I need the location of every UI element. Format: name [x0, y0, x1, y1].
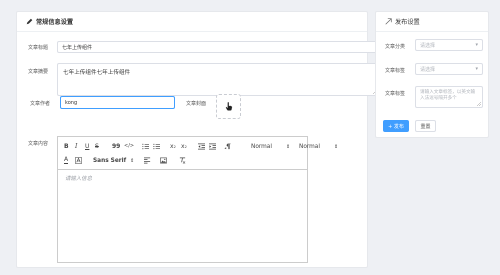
- bullet-list-button[interactable]: [153, 143, 160, 150]
- superscript-button[interactable]: x2: [181, 143, 187, 150]
- editor-placeholder: 请输入信息: [65, 176, 92, 182]
- hand-cursor-icon: [225, 102, 232, 111]
- general-info-panel: 常规信息设置 文章标题 七年上传组件 文章摘要 七年上传组件七年上传组件 文章作…: [16, 11, 379, 268]
- blockquote-button[interactable]: 99: [112, 143, 120, 150]
- category-label: 文章分类: [385, 44, 406, 50]
- bold-button[interactable]: B: [64, 143, 69, 150]
- align-left-icon: [144, 157, 151, 164]
- underline-button[interactable]: U: [85, 143, 89, 150]
- category-select[interactable]: 请选择 ▾: [415, 39, 483, 51]
- article-title-value: 七年上传组件: [62, 44, 93, 51]
- header-select[interactable]: Normal ⇕: [251, 144, 290, 150]
- article-author-label: 文章作者: [30, 101, 51, 107]
- article-title-label: 文章标题: [28, 45, 49, 51]
- article-summary-label: 文章摘要: [28, 69, 49, 75]
- send-icon: [385, 18, 392, 25]
- article-author-input[interactable]: kong: [60, 96, 175, 109]
- size-select-value: Normal: [299, 144, 320, 150]
- publish-button[interactable]: + 发布: [383, 120, 409, 132]
- tags-placeholder: 请选择: [420, 66, 436, 73]
- clear-format-button[interactable]: [179, 157, 186, 164]
- italic-button[interactable]: I: [75, 143, 77, 150]
- text-direction-icon: [224, 143, 231, 150]
- ordered-list-icon: [142, 143, 149, 150]
- article-summary-value: 七年上传组件七年上传组件: [63, 70, 131, 76]
- article-cover-upload[interactable]: [216, 94, 241, 119]
- editor-content-area[interactable]: 请输入信息: [58, 170, 307, 186]
- font-select-value: Sans Serif: [93, 158, 127, 164]
- edit-icon: [26, 18, 33, 25]
- keywords-resize-handle-icon[interactable]: [477, 102, 481, 106]
- article-cover-label: 文章封面: [186, 101, 207, 107]
- tags-chevron-down-icon: ▾: [475, 66, 478, 72]
- reset-button-label: 重置: [420, 123, 431, 130]
- font-select-arrow-icon: ⇕: [130, 158, 135, 164]
- background-color-button[interactable]: [75, 157, 82, 164]
- size-select-arrow-icon: ⇕: [333, 144, 339, 150]
- header-select-value: Normal: [251, 144, 272, 150]
- outdent-button[interactable]: [198, 143, 205, 150]
- article-title-input[interactable]: 七年上传组件: [57, 41, 379, 53]
- rich-text-editor: B I U S 99 </> x2 x2 Normal ⇕ Normal ⇕ A…: [57, 136, 338, 263]
- reset-button[interactable]: 重置: [415, 120, 436, 132]
- subscript-index: 2: [173, 144, 176, 149]
- indent-button[interactable]: [209, 143, 216, 150]
- clear-format-icon: [179, 157, 186, 164]
- category-chevron-down-icon: ▾: [475, 42, 478, 48]
- font-select[interactable]: Sans Serif ⇕: [93, 158, 134, 164]
- article-author-value: kong: [65, 99, 78, 106]
- general-info-header: 常规信息设置: [17, 12, 367, 32]
- tags-label: 文章标签: [385, 68, 406, 74]
- image-icon: [160, 157, 167, 164]
- publish-settings-panel: 发布设置 文章分类 请选择 ▾ 文章标签 请选择 ▾ 文章标签 请输入文章标签，…: [375, 11, 489, 138]
- ordered-list-button[interactable]: [142, 143, 149, 150]
- strike-button[interactable]: S: [95, 143, 99, 150]
- publish-settings-header: 发布设置: [376, 12, 488, 32]
- keywords-label: 文章标签: [385, 91, 406, 97]
- keywords-textarea[interactable]: 请输入文章标签，以英文输入法逗号隔开多个: [415, 86, 483, 108]
- image-button[interactable]: [160, 157, 167, 164]
- tags-select[interactable]: 请选择 ▾: [415, 63, 483, 75]
- superscript-index: 2: [184, 144, 187, 149]
- outdent-icon: [198, 143, 205, 150]
- general-info-title: 常规信息设置: [36, 19, 74, 26]
- publish-settings-title: 发布设置: [395, 19, 420, 26]
- bullet-list-icon: [153, 143, 160, 150]
- article-summary-textarea[interactable]: 七年上传组件七年上传组件: [57, 63, 379, 96]
- align-button[interactable]: [144, 157, 151, 164]
- header-select-arrow-icon: ⇕: [285, 144, 291, 150]
- font-color-button[interactable]: A: [64, 156, 69, 164]
- text-direction-button[interactable]: [224, 143, 231, 150]
- background-color-icon: [75, 157, 82, 164]
- code-block-button[interactable]: </>: [124, 143, 134, 149]
- size-select[interactable]: Normal ⇕: [299, 144, 338, 150]
- indent-icon: [209, 143, 216, 150]
- font-color-letter: A: [64, 156, 69, 164]
- keywords-placeholder: 请输入文章标签，以英文输入法逗号隔开多个: [420, 90, 476, 101]
- article-content-label: 文章内容: [28, 141, 49, 147]
- category-placeholder: 请选择: [420, 42, 436, 49]
- editor-toolbar: B I U S 99 </> x2 x2 Normal ⇕ Normal ⇕ A…: [58, 137, 338, 170]
- subscript-button[interactable]: x2: [170, 143, 176, 150]
- publish-button-label: + 发布: [388, 123, 404, 130]
